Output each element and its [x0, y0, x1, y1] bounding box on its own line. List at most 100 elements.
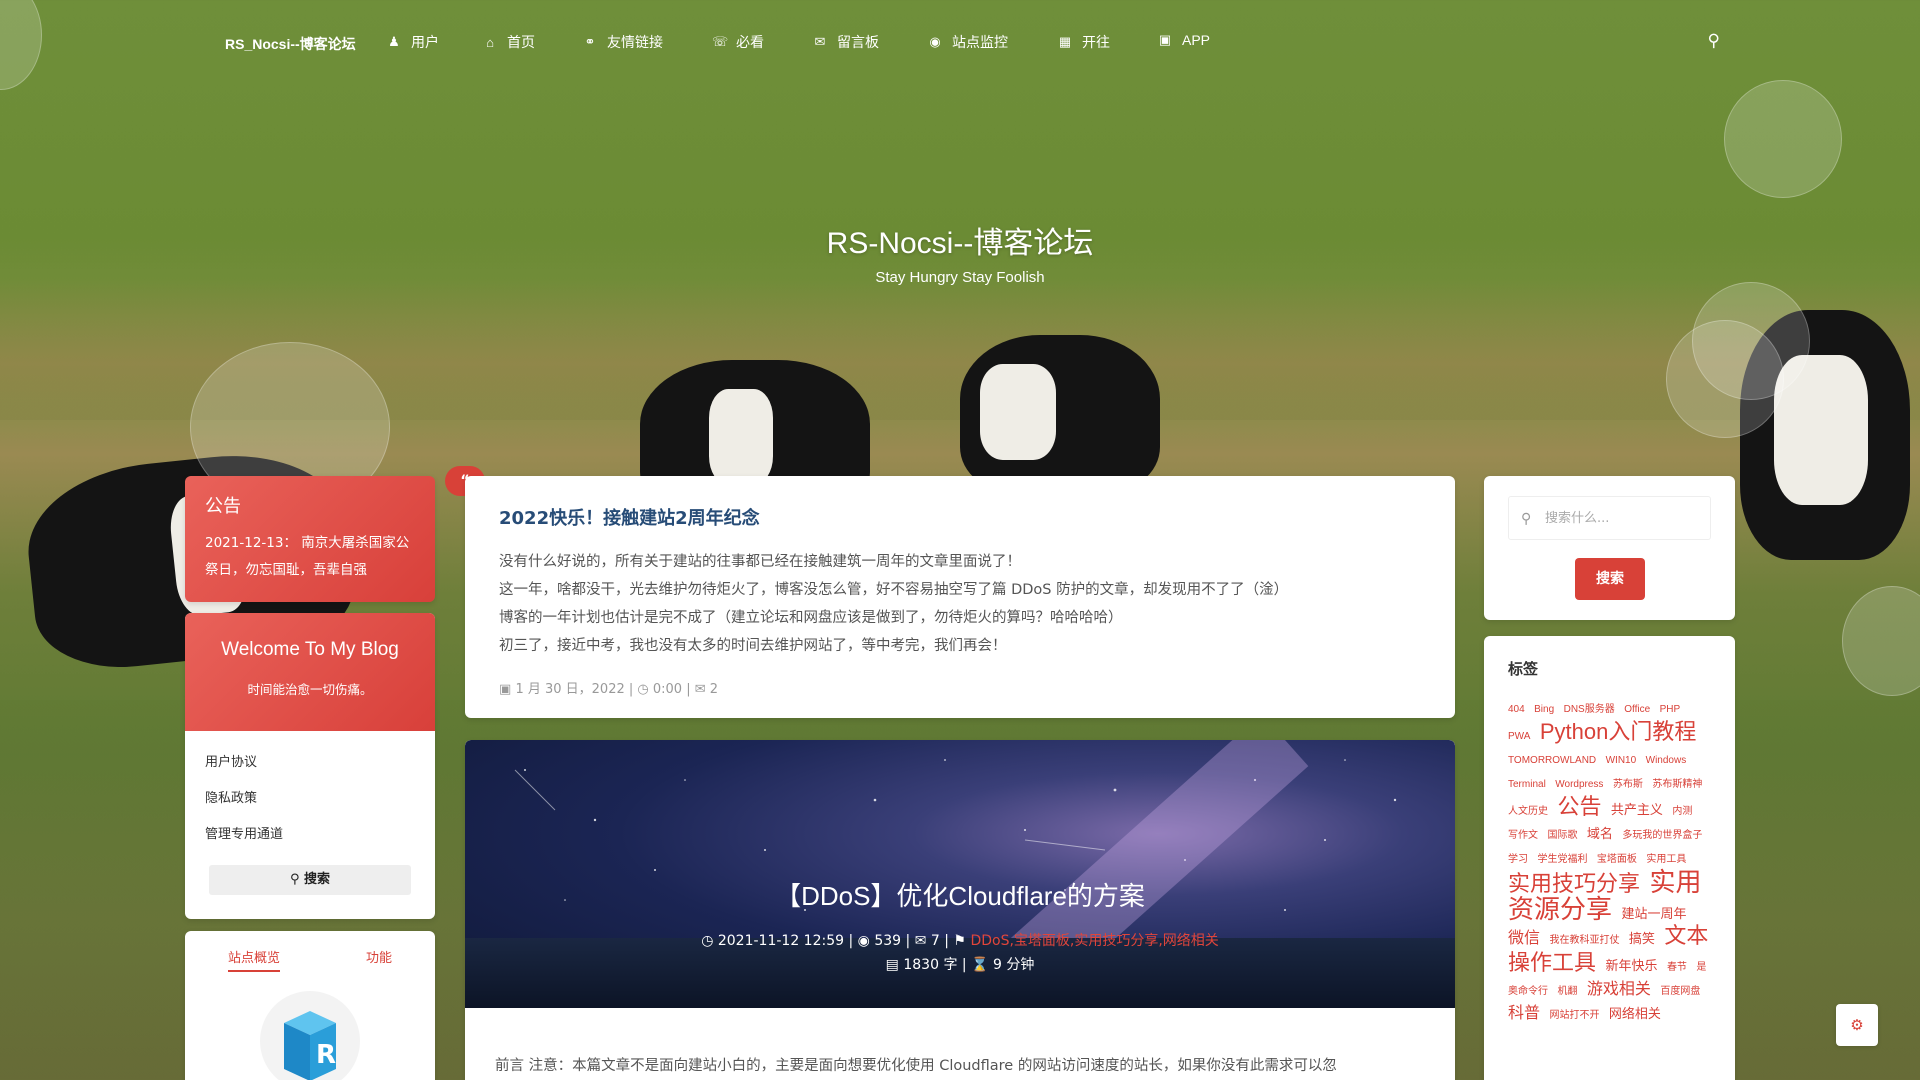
site-logo: R: [260, 991, 360, 1080]
tag-link[interactable]: WIN10: [1606, 755, 1637, 766]
tag-link[interactable]: Wordpress: [1555, 779, 1603, 790]
post-date: 1 月 30 日，2022: [515, 682, 625, 697]
tag-link[interactable]: Python入门教程: [1540, 719, 1697, 744]
tag-link[interactable]: 网络相关: [1609, 1006, 1661, 1021]
featured-post-card: 【DDoS】优化Cloudflare的方案 ◷ 2021-11-12 12:59…: [465, 740, 1455, 1080]
welcome-search-label: 搜索: [304, 872, 331, 887]
nav-item-user[interactable]: ♟ 用户: [387, 32, 439, 52]
tag-link[interactable]: DNS服务器: [1564, 704, 1615, 715]
nav-item-must-read[interactable]: ☏ 必看: [712, 32, 764, 52]
tag-link[interactable]: 搞笑: [1629, 931, 1655, 946]
nav-item-label: 留言板: [837, 34, 879, 50]
sidebar-search-button[interactable]: 搜索: [1575, 558, 1645, 600]
tag-link[interactable]: 人文历史: [1508, 806, 1548, 817]
tag-link[interactable]: TOMORROWLAND: [1508, 755, 1596, 766]
tag-link[interactable]: Office: [1624, 704, 1650, 715]
welcome-card: Welcome To My Blog 时间能治愈一切伤痛。 用户协议 隐私政策 …: [185, 613, 435, 919]
tag-link[interactable]: 国际歌: [1547, 830, 1577, 841]
clock-icon: ◷: [701, 933, 714, 949]
nav-item-travelling[interactable]: ▦ 开往: [1058, 32, 1110, 52]
bookmark-icon: ⚑: [953, 933, 966, 949]
tag-link[interactable]: 学生党福利: [1537, 854, 1587, 865]
featured-post-title[interactable]: 【DDoS】优化Cloudflare的方案: [465, 876, 1455, 913]
hero-subtitle: Stay Hungry Stay Foolish: [875, 269, 1045, 286]
tag-link[interactable]: 建站一周年: [1621, 906, 1686, 921]
train-icon: ▦: [1058, 34, 1072, 49]
tab-site-overview[interactable]: 站点概览: [227, 947, 280, 972]
tag-link[interactable]: 机翻: [1557, 986, 1577, 997]
tag-link[interactable]: PWA: [1508, 731, 1530, 742]
tag-link[interactable]: 微信: [1508, 930, 1540, 947]
svg-text:R: R: [316, 1040, 336, 1070]
tag-link[interactable]: 游戏相关: [1587, 981, 1651, 998]
nav-item-home[interactable]: ⌂ 首页: [483, 32, 535, 52]
cow-center-right: [960, 335, 1160, 495]
post-card: 2022快乐！接触建站2周年纪念 没有什么好说的，所有关于建站的往事都已经在接触…: [465, 476, 1455, 718]
nav-item-guestbook[interactable]: ✉ 留言板: [813, 32, 879, 52]
post-comments: 2: [709, 682, 719, 697]
tag-link[interactable]: 苏布斯精神: [1652, 779, 1702, 790]
site-brand[interactable]: RS_Nocsi--博客论坛: [225, 34, 356, 54]
tag-link[interactable]: Terminal: [1508, 779, 1546, 790]
tag-link[interactable]: 春节: [1667, 962, 1687, 973]
nav-item-app[interactable]: ▣ APP: [1158, 32, 1210, 48]
top-nav: RS_Nocsi--博客论坛 ♟ 用户 ⌂ 首页 ⚭ 友情链接 ☏ 必看 ✉ 留…: [0, 0, 1920, 84]
link-user-agreement[interactable]: 用户协议: [205, 745, 415, 781]
featured-post-meta: ◷ 2021-11-12 12:59 | ◉ 539 | ✉ 7 | ⚑ DDo…: [701, 933, 1219, 949]
nav-item-friend-links[interactable]: ⚭ 友情链接: [583, 32, 663, 52]
tag-link[interactable]: 域名: [1587, 826, 1613, 841]
post-title[interactable]: 2022快乐！接触建站2周年纪念: [499, 504, 1421, 530]
link-icon: ⚭: [584, 34, 596, 49]
nav-item-label: 首页: [507, 34, 535, 50]
post-line: 没有什么好说的，所有关于建站的往事都已经在接触建筑一周年的文章里面说了！: [499, 554, 1021, 570]
nav-item-label: 用户: [411, 34, 439, 50]
hero-title: RS-Nocsi--博客论坛: [826, 227, 1094, 260]
tag-link[interactable]: 404: [1508, 704, 1525, 715]
notice-title: 公告: [205, 496, 241, 517]
link-admin-channel[interactable]: 管理专用通道: [205, 817, 415, 853]
tag-link[interactable]: Bing: [1534, 704, 1554, 715]
tag-link[interactable]: 多玩我的世界盒子: [1622, 830, 1702, 841]
tag-cloud-card: 标签 404 Bing DNS服务器 Office PHP PWA Python…: [1484, 636, 1735, 1080]
sidebar-search-placeholder: 搜索什么...: [1545, 511, 1610, 526]
tag-link[interactable]: 学习: [1508, 854, 1528, 865]
tag-link[interactable]: 实用工具: [1646, 854, 1686, 865]
post-line: 初三了，接近中考，我也没有太多的时间去维护网站了，等中考完，我们再会！: [499, 638, 1007, 654]
nav-item-label: 友情链接: [607, 34, 663, 50]
tag-link[interactable]: 百度网盘: [1660, 986, 1700, 997]
nav-item-site-monitor[interactable]: ◉ 站点监控: [928, 32, 1008, 52]
tab-features[interactable]: 功能: [366, 947, 392, 972]
eye-icon: ◉: [857, 933, 870, 949]
hourglass-icon: ⌛: [971, 957, 989, 973]
tag-link[interactable]: 新年快乐: [1605, 958, 1657, 973]
post-read-time: 9 分钟: [992, 957, 1035, 973]
post-tags[interactable]: DDoS,宝塔面板,实用技巧分享,网络相关: [970, 933, 1218, 949]
settings-gear-icon[interactable]: ⚙: [1836, 1004, 1878, 1046]
tag-cloud: 404 Bing DNS服务器 Office PHP PWA Python入门教…: [1508, 697, 1711, 1027]
nav-item-label: 站点监控: [952, 34, 1008, 50]
home-icon: ⌂: [486, 34, 494, 50]
tag-link[interactable]: 宝塔面板: [1597, 854, 1637, 865]
tag-link[interactable]: 内测: [1672, 806, 1692, 817]
welcome-search-button[interactable]: ⚲ 搜索: [209, 865, 411, 895]
tag-link[interactable]: 写作文: [1508, 830, 1538, 841]
tag-link[interactable]: 网站打不开: [1549, 1010, 1599, 1021]
tag-link[interactable]: Windows: [1646, 755, 1687, 766]
megaphone-icon: ☏: [712, 34, 729, 49]
featured-post-stats: ▤ 1830 字 | ⌛ 9 分钟: [885, 957, 1035, 973]
comment-icon: ✉: [814, 34, 826, 49]
search-icon[interactable]: ⚲: [1708, 31, 1720, 51]
tag-link[interactable]: 科普: [1508, 1005, 1540, 1022]
tag-link[interactable]: 苏布斯: [1613, 779, 1643, 790]
tag-link[interactable]: 公告: [1557, 794, 1601, 819]
post-meta: ▣ 1 月 30 日，2022 | ◷ 0:00 | ✉ 2: [499, 682, 719, 697]
search-icon: ⚲: [1521, 511, 1532, 527]
nav-item-label: 开往: [1082, 34, 1110, 50]
tag-link[interactable]: PHP: [1660, 704, 1681, 715]
link-privacy-policy[interactable]: 隐私政策: [205, 781, 415, 817]
tag-link[interactable]: 共产主义: [1611, 802, 1663, 817]
tag-link[interactable]: 实用技巧分享: [1508, 871, 1640, 896]
sidebar-search-input[interactable]: ⚲ 搜索什么...: [1508, 496, 1711, 540]
welcome-title: Welcome To My Blog: [221, 639, 399, 660]
tag-link[interactable]: 我在教科亚打仗: [1549, 935, 1619, 946]
